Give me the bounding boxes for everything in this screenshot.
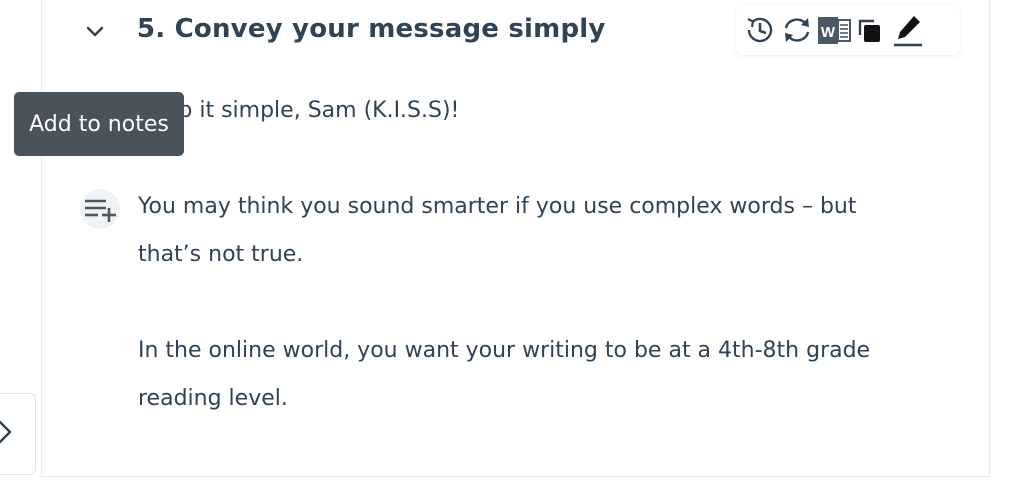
word-export-icon[interactable]: W (814, 10, 854, 50)
paragraph-kiss: Keep it simple, Sam (K.I.S.S)! (138, 98, 460, 123)
paragraph-reading-level: In the online world, you want your writi… (138, 327, 938, 423)
refresh-icon[interactable] (777, 10, 817, 50)
paragraph-complex-words: You may think you sound smarter if you u… (138, 183, 938, 279)
paragraph-line: that’s not true. (138, 242, 304, 267)
page: 5. Convey your message simply W Keep it … (0, 0, 1020, 482)
edit-icon[interactable] (888, 10, 928, 50)
content-card: 5. Convey your message simply W Keep it … (41, 0, 990, 477)
section-title: 5. Convey your message simply (137, 14, 606, 44)
history-icon[interactable] (740, 10, 780, 50)
paragraph-line: reading level. (138, 386, 288, 411)
paragraph-line: You may think you sound smarter if you u… (138, 194, 857, 219)
svg-text:W: W (821, 24, 836, 41)
chevron-right-icon (0, 417, 15, 451)
toolbar: W (736, 5, 960, 55)
copy-icon[interactable] (851, 10, 891, 50)
paragraph-line: In the online world, you want your writi… (138, 338, 871, 363)
chevron-down-icon[interactable] (84, 22, 106, 42)
add-to-notes-tooltip: Add to notes (14, 92, 184, 156)
add-to-notes-icon[interactable] (80, 189, 120, 229)
section-header: 5. Convey your message simply W (42, 0, 989, 64)
expand-sidebar-button[interactable] (0, 393, 36, 475)
